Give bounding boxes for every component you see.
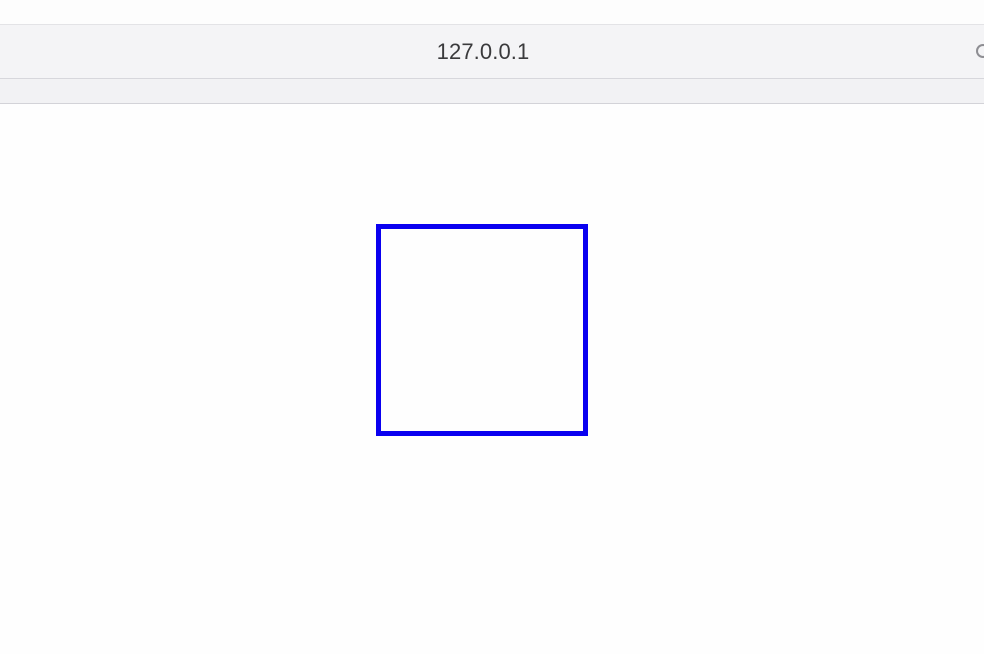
reload-icon[interactable]	[976, 44, 984, 58]
address-bar[interactable]: 127.0.0.1	[0, 25, 984, 79]
page-viewport	[0, 104, 984, 654]
browser-toolbar-strip	[0, 79, 984, 104]
address-text[interactable]: 127.0.0.1	[0, 25, 966, 78]
browser-title-strip	[0, 0, 984, 25]
square-outline	[376, 224, 588, 436]
